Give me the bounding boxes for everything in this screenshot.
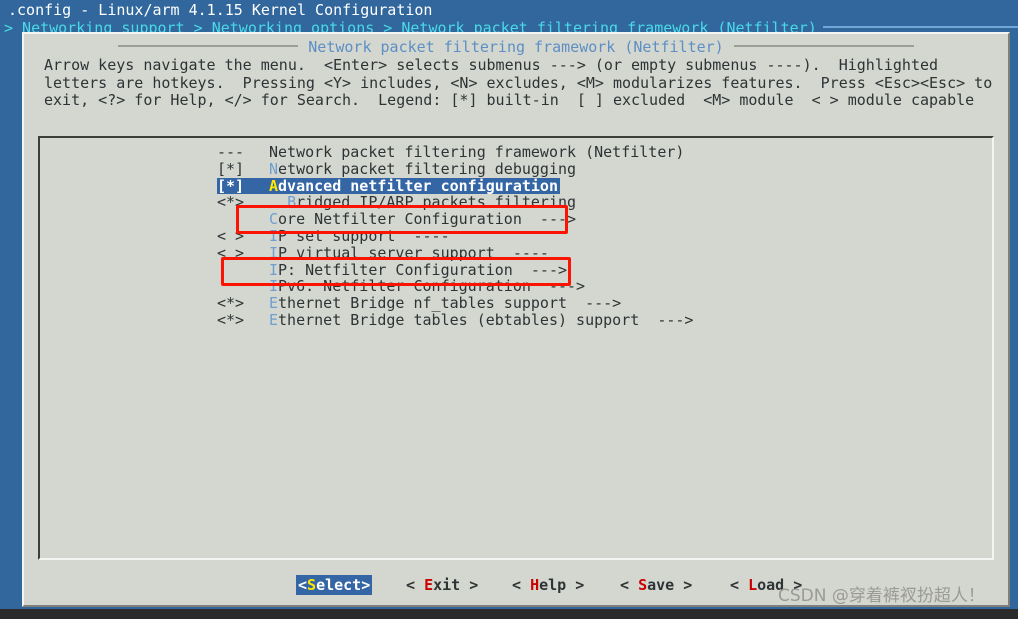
button-label: ave [647,576,675,594]
menu-list-frame: --- Network packet filtering framework (N… [38,136,994,560]
menu-item-hotkey: I [269,226,279,245]
button-bracket-left: < [730,576,749,594]
menu-item-label: P set support [278,226,396,245]
save-button[interactable]: < Save > [620,575,692,595]
bottom-strip [0,609,1018,619]
button-bracket-right: > [361,576,371,594]
page-title: .config - Linux/arm 4.1.15 Kernel Config… [8,1,433,19]
button-label: elect [316,576,362,594]
menu-row-wrapper: < > IP set support ---- [217,228,693,245]
menu-item-hotkey: I [269,260,279,279]
button-bracket-right: > [460,576,479,594]
menu-item-hotkey: B [287,193,297,212]
help-line: letters are hotkeys. Pressing <Y> includ… [44,73,993,92]
menu-item-marker: <*> [217,294,245,313]
menu-item-hotkey: N [269,159,279,178]
menu-item-marker: < > [217,243,245,262]
menu-row-wrapper: <*> Bridged IP/ARP packets filtering [217,194,693,211]
menu-item-label: Network packet filtering framework (Netf… [269,143,685,161]
menu-row-wrapper: IPv6: Netfilter Configuration ---> [217,278,693,295]
kernel-menuconfig-screen: .config - Linux/arm 4.1.15 Kernel Config… [0,0,1018,619]
menu-item-marker: <*> [217,310,245,329]
menu-item-indent [269,194,287,211]
button-label: elp [539,576,567,594]
menuconfig-dialog: Network packet filtering framework (Netf… [22,32,1010,607]
menu-item-hotkey: A [269,176,279,195]
menu-item-submenu-arrow: ---> [512,260,568,279]
menu-item-marker: < > [217,226,245,245]
menu-item-label: P virtual server support [278,243,495,262]
desktop-backdrop-left [0,36,22,612]
menu-item-hotkey: E [269,310,279,329]
help-button[interactable]: < Help > [512,575,584,595]
menu-item-submenu-arrow: ---> [530,277,586,296]
menu-item-hotkey: I [269,243,279,262]
button-hotkey: S [638,576,648,594]
menu-list: --- Network packet filtering framework (N… [217,144,693,329]
menu-row-wrapper: < > IP virtual server support ---- [217,243,693,262]
help-text: Arrow keys navigate the menu. <Enter> se… [44,56,993,110]
menu-item[interactable]: IP: Netfilter Configuration ---> [217,260,693,279]
menu-item-marker: [*] [217,176,245,195]
menu-row-wrapper: --- Network packet filtering framework (N… [217,144,693,161]
menu-item-hotkey: E [269,294,279,313]
menu-item-label: ridged IP/ARP packets filtering [296,193,577,212]
menu-row-wrapper: [*] Network packet filtering debugging [217,159,693,178]
menu-item-submenu-arrow: ---> [639,310,694,329]
menu-item[interactable]: [*] Network packet filtering debugging [217,159,693,178]
dialog-title: Network packet filtering framework (Netf… [24,38,1008,56]
menu-item-submenu-arrow: ---> [567,294,622,313]
menu-item[interactable]: --- Network packet filtering framework (N… [217,144,693,161]
menu-row-wrapper: <*> Ethernet Bridge tables (ebtables) sup… [217,312,693,329]
button-label: xit [433,576,461,594]
button-bracket-left: < [406,576,425,594]
menu-row-wrapper: IP: Netfilter Configuration ---> [217,260,693,279]
menu-item-label: thernet Bridge tables (ebtables) support [278,310,640,329]
menu-item-label: thernet Bridge nf_tables support [278,294,568,313]
menu-item-submenu-arrow: ---> [521,210,577,229]
menu-item-marker: --- [217,143,245,161]
menu-item-label: dvanced netfilter configuration [278,176,558,195]
menu-item-label: ore Netfilter Configuration [278,210,522,229]
menu-item[interactable]: [*] Advanced netfilter configuration [217,176,560,195]
menu-row-wrapper: [*] Advanced netfilter configuration [217,176,693,195]
menu-item[interactable]: < > IP set support ---- [217,228,693,245]
button-hotkey: E [424,576,434,594]
menu-item[interactable]: <*> Ethernet Bridge nf_tables support ---… [217,295,693,312]
button-hotkey: H [530,576,540,594]
menu-item[interactable]: <*> Bridged IP/ARP packets filtering [217,194,693,211]
menu-item-label: P: Netfilter Configuration [278,260,513,279]
menu-row-wrapper: Core Netfilter Configuration ---> [217,211,693,228]
dialog-title-rule-right [733,45,914,47]
breadcrumb-rule [822,26,1018,28]
dialog-title-text: Network packet filtering framework (Netf… [308,38,724,56]
button-bracket-left: < [512,576,531,594]
menu-item-marker: <*> [217,193,245,212]
menu-item-marker: [*] [217,159,245,178]
select-button[interactable]: <Select> [296,575,373,595]
menu-item[interactable]: IPv6: Netfilter Configuration ---> [217,278,693,295]
terminal-header: .config - Linux/arm 4.1.15 Kernel Config… [0,0,1018,37]
menu-item-hotkey: I [269,277,279,296]
button-bracket-right: > [566,576,585,594]
menu-row-wrapper: <*> Ethernet Bridge nf_tables support ---… [217,295,693,312]
menu-item[interactable]: < > IP virtual server support ---- [217,243,693,262]
menu-item-label: Pv6: Netfilter Configuration [278,277,531,296]
button-bracket-left: < [620,576,639,594]
help-line: Arrow keys navigate the menu. <Enter> se… [44,56,939,74]
menu-item[interactable]: Core Netfilter Configuration ---> [217,211,693,228]
menu-item-submenu-arrow: ---- [494,243,549,262]
button-bracket-left: < [298,576,308,594]
watermark: CSDN @穿着裤衩扮超人！ [778,586,985,606]
menu-item-submenu-arrow: ---- [395,226,450,245]
help-line: exit, <?> for Help, </> for Search. Lege… [44,91,975,109]
button-bracket-right: > [674,576,693,594]
menu-item[interactable]: <*> Ethernet Bridge tables (ebtables) sup… [217,312,693,329]
menu-item-hotkey: C [269,210,279,229]
dialog-title-rule-left [118,45,299,47]
exit-button[interactable]: < Exit > [406,575,478,595]
button-hotkey: L [748,576,758,594]
menu-item-label: etwork packet filtering debugging [278,159,577,178]
button-hotkey: S [307,576,317,594]
